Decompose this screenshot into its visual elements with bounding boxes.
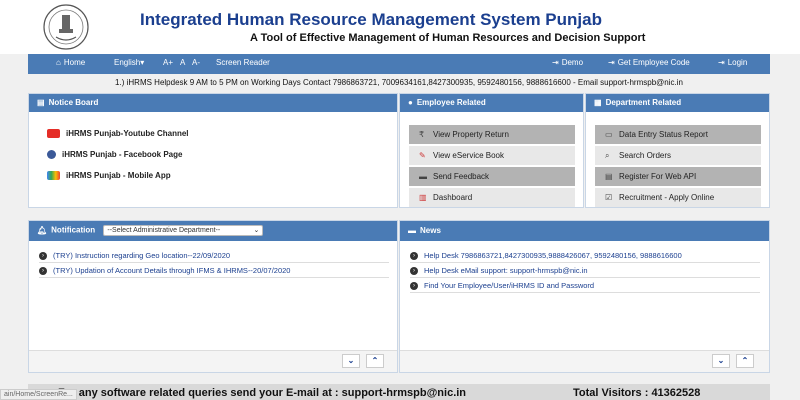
checkbox-icon: ☑ xyxy=(605,193,613,202)
rupee-icon: ₹ xyxy=(419,130,425,139)
footer-bar: For any software related queries send yo… xyxy=(28,384,770,400)
language-dropdown[interactable]: English▾ xyxy=(114,58,144,67)
view-eservice-book-button[interactable]: ✎ View eService Book xyxy=(409,146,575,165)
recruitment-apply-online-button[interactable]: ☑ Recruitment - Apply Online xyxy=(595,188,761,207)
list-item[interactable]: › Find Your Employee/User/iHRMS ID and Pa… xyxy=(410,279,760,293)
view-property-return-button[interactable]: ₹ View Property Return xyxy=(409,125,575,144)
building-icon: ▦ xyxy=(594,98,602,107)
list-item[interactable]: › (TRY) Instruction regarding Geo locatio… xyxy=(39,249,389,263)
home-icon: ⌂ xyxy=(56,58,61,67)
youtube-channel-link[interactable]: iHRMS Punjab-Youtube Channel xyxy=(47,129,189,139)
chevron-down-icon: ⌄ xyxy=(253,227,260,234)
send-feedback-button[interactable]: ▬ Send Feedback xyxy=(409,167,575,186)
site-header: Integrated Human Resource Management Sys… xyxy=(0,0,800,54)
bell-icon: 🔔︎ xyxy=(37,225,48,235)
login-icon: ⇥ xyxy=(718,58,725,67)
caret-down-icon: ▾ xyxy=(140,58,145,67)
chevron-right-icon: › xyxy=(410,252,418,261)
chevron-right-icon: › xyxy=(39,267,47,276)
printer-icon: ▤ xyxy=(605,172,613,181)
scroll-down-button[interactable]: ⌄ xyxy=(342,354,360,368)
facebook-page-link[interactable]: iHRMS Punjab - Facebook Page xyxy=(47,150,182,160)
browser-status-url: ain/Home/ScreenRe... xyxy=(0,389,77,400)
news-pager: ⌄ ⌃ xyxy=(400,350,769,372)
punjab-emblem-icon xyxy=(43,4,89,50)
demo-icon: ⇥ xyxy=(552,58,559,67)
page-title: Integrated Human Resource Management Sys… xyxy=(140,10,602,29)
list-icon: ▤ xyxy=(37,98,45,107)
top-navbar: ⌂ Home English▾ A+ A A- Screen Reader ⇥ De… xyxy=(28,54,770,74)
youtube-icon xyxy=(47,129,60,139)
nav-home[interactable]: ⌂ Home xyxy=(56,58,85,67)
user-icon: ● xyxy=(408,98,413,107)
facebook-icon xyxy=(47,150,56,160)
chart-icon: ▥ xyxy=(419,193,427,202)
notice-board-header: ▤ Notice Board xyxy=(29,94,397,112)
mobile-app-icon xyxy=(47,171,60,181)
list-item[interactable]: › Help Desk eMail support: support-hrmspb… xyxy=(410,264,760,278)
font-decrease-button[interactable]: A- xyxy=(192,58,200,67)
page-subtitle: A Tool of Effective Management of Human … xyxy=(250,32,646,44)
department-related-header: ▦ Department Related xyxy=(586,94,769,112)
chevron-right-icon: › xyxy=(39,252,47,261)
scroll-up-button[interactable]: ⌃ xyxy=(736,354,754,368)
department-select[interactable]: --Select Administrative Department-- ⌄ xyxy=(103,225,264,236)
nav-demo[interactable]: ⇥ Demo xyxy=(552,58,583,67)
chevron-right-icon: › xyxy=(410,267,418,276)
helpline-marquee: 1.) iHRMS Helpdesk 9 AM to 5 PM on Worki… xyxy=(115,78,683,87)
list-item[interactable]: › Help Desk 7986863721,8427300935,9888426… xyxy=(410,249,760,263)
news-icon: ▬ xyxy=(408,226,416,235)
chevron-right-icon: › xyxy=(410,282,418,291)
employee-related-panel: ● Employee Related ₹ View Property Return … xyxy=(399,93,584,208)
notice-board-panel: ▤ Notice Board iHRMS Punjab-Youtube Chann… xyxy=(28,93,398,208)
mobile-app-link[interactable]: iHRMS Punjab - Mobile App xyxy=(47,171,171,181)
font-increase-button[interactable]: A+ xyxy=(163,58,173,67)
news-panel: ▬ News › Help Desk 7986863721,8427300935,9… xyxy=(399,220,770,373)
employee-related-header: ● Employee Related xyxy=(400,94,583,112)
signin-icon: ⇥ xyxy=(608,58,615,67)
support-email-text: For any software related queries send yo… xyxy=(58,387,467,399)
feedback-icon: ▬ xyxy=(419,172,427,181)
visitor-counter: Total Visitors : 41362528 xyxy=(573,387,701,399)
scroll-up-button[interactable]: ⌃ xyxy=(366,354,384,368)
laptop-icon: ▭ xyxy=(605,130,613,139)
scroll-down-button[interactable]: ⌄ xyxy=(712,354,730,368)
font-normal-button[interactable]: A xyxy=(180,58,185,67)
department-related-panel: ▦ Department Related ▭ Data Entry Status R… xyxy=(585,93,770,208)
list-item[interactable]: › (TRY) Updation of Account Details throu… xyxy=(39,264,389,278)
nav-get-employee-code[interactable]: ⇥ Get Employee Code xyxy=(608,58,690,67)
news-header: ▬ News xyxy=(400,221,769,241)
register-web-api-button[interactable]: ▤ Register For Web API xyxy=(595,167,761,186)
notification-pager: ⌄ ⌃ xyxy=(29,350,397,372)
notification-header: 🔔︎ Notification --Select Administrative D… xyxy=(29,221,397,241)
screen-reader-link[interactable]: Screen Reader xyxy=(216,58,270,67)
nav-login[interactable]: ⇥ Login xyxy=(718,58,747,67)
search-icon: ⌕ xyxy=(605,151,610,160)
search-orders-button[interactable]: ⌕ Search Orders xyxy=(595,146,761,165)
book-icon: ✎ xyxy=(419,151,426,160)
dashboard-button[interactable]: ▥ Dashboard xyxy=(409,188,575,207)
data-entry-status-report-button[interactable]: ▭ Data Entry Status Report xyxy=(595,125,761,144)
notification-panel: 🔔︎ Notification --Select Administrative D… xyxy=(28,220,398,373)
